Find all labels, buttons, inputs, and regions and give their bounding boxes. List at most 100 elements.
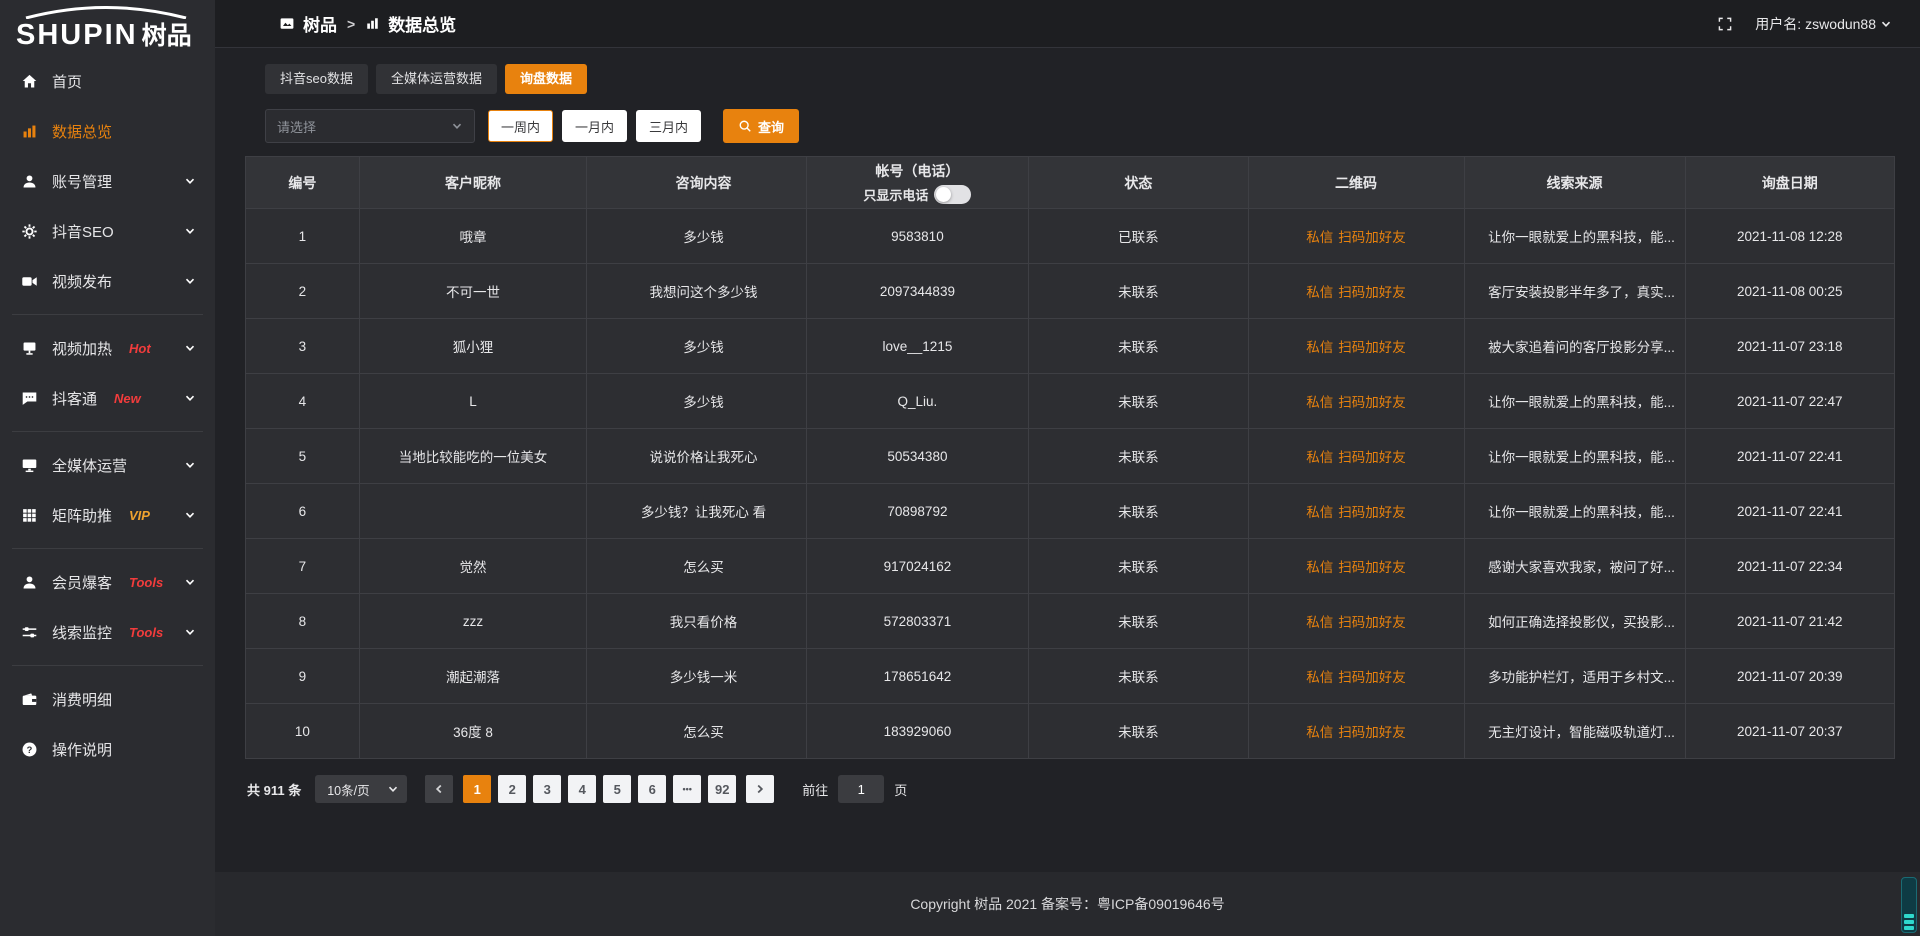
- sidebar-item-data-overview[interactable]: 数据总览: [0, 106, 215, 156]
- cell-qrcode: 私信扫码加好友: [1248, 209, 1464, 264]
- cell-qrcode: 私信扫码加好友: [1248, 374, 1464, 429]
- sidebar-item-omni-media[interactable]: 全媒体运营: [0, 440, 215, 490]
- filter-select[interactable]: 请选择: [265, 109, 475, 143]
- cell-account: 917024162: [806, 539, 1029, 594]
- cell-qrcode: 私信扫码加好友: [1248, 704, 1464, 759]
- table-row: 3狐小狸多少钱love__1215未联系私信扫码加好友被大家追着问的客厅投影分享…: [246, 319, 1895, 374]
- qr-link[interactable]: 扫码加好友: [1338, 391, 1406, 411]
- goto-page-input[interactable]: [838, 775, 884, 803]
- period-button-3[interactable]: 三月内: [636, 110, 701, 142]
- sidebar-item-video-publish[interactable]: 视频发布: [0, 256, 215, 306]
- logo-text-en: SHUPIN: [16, 19, 138, 51]
- breadcrumb-chart-icon: [365, 16, 380, 31]
- cell-source[interactable]: 让你一眼就爱上的黑科技，能...: [1464, 429, 1685, 484]
- sidebar-badge-tools: Tools: [129, 625, 163, 640]
- cell-source[interactable]: 感谢大家喜欢我家，被问了好...: [1464, 539, 1685, 594]
- qr-link[interactable]: 扫码加好友: [1338, 556, 1406, 576]
- qr-link[interactable]: 扫码加好友: [1338, 226, 1406, 246]
- cell-source[interactable]: 无主灯设计，智能磁吸轨道灯...: [1464, 704, 1685, 759]
- page-button-3[interactable]: 3: [533, 775, 561, 803]
- qr-link[interactable]: 扫码加好友: [1338, 666, 1406, 686]
- page-button-5[interactable]: 5: [603, 775, 631, 803]
- cell-content: 我想问这个多少钱: [587, 264, 806, 319]
- cell-qrcode: 私信扫码加好友: [1248, 539, 1464, 594]
- cell-source[interactable]: 客厅安装投影半年多了，真实...: [1464, 264, 1685, 319]
- breadcrumb-root[interactable]: 树品: [303, 11, 337, 36]
- fullscreen-icon[interactable]: [1717, 16, 1733, 32]
- cell-content: 怎么买: [587, 539, 806, 594]
- table-row: 7觉然怎么买917024162未联系私信扫码加好友感谢大家喜欢我家，被问了好..…: [246, 539, 1895, 594]
- cell-source[interactable]: 让你一眼就爱上的黑科技，能...: [1464, 374, 1685, 429]
- cell-nickname: L: [359, 374, 587, 429]
- footer: Copyright 树品 2021 备案号：粤ICP备09019646号: [215, 872, 1920, 936]
- page-button-92[interactable]: 92: [708, 775, 736, 803]
- qr-link[interactable]: 私信: [1306, 556, 1333, 576]
- cell-account: 183929060: [806, 704, 1029, 759]
- cell-status: 未联系: [1029, 319, 1248, 374]
- cell-status: 未联系: [1029, 429, 1248, 484]
- sidebar-item-consume-detail[interactable]: 消费明细: [0, 674, 215, 724]
- page-button-4[interactable]: 4: [568, 775, 596, 803]
- phone-only-toggle[interactable]: [934, 185, 971, 204]
- sidebar-item-home[interactable]: 首页: [0, 56, 215, 106]
- qr-link[interactable]: 私信: [1306, 611, 1333, 631]
- page-size-select[interactable]: 10条/页: [315, 775, 407, 803]
- qr-link[interactable]: 私信: [1306, 281, 1333, 301]
- cell-source[interactable]: 让你一眼就爱上的黑科技，能...: [1464, 209, 1685, 264]
- menu-divider: [12, 431, 203, 432]
- qr-link[interactable]: 私信: [1306, 391, 1333, 411]
- qr-link[interactable]: 私信: [1306, 226, 1333, 246]
- sidebar-item-label: 首页: [52, 71, 82, 92]
- breadcrumb-root-icon: [279, 16, 295, 32]
- next-page-button[interactable]: [746, 775, 774, 803]
- page-button-2[interactable]: 2: [498, 775, 526, 803]
- cell-qrcode: 私信扫码加好友: [1248, 484, 1464, 539]
- qr-link[interactable]: 扫码加好友: [1338, 336, 1406, 356]
- cell-source[interactable]: 被大家追着问的客厅投影分享...: [1464, 319, 1685, 374]
- qr-link[interactable]: 扫码加好友: [1338, 611, 1406, 631]
- query-button[interactable]: 查询: [723, 109, 799, 143]
- column-header: 客户昵称: [359, 157, 587, 209]
- tab-inquiry-data[interactable]: 询盘数据: [505, 64, 587, 94]
- qr-link[interactable]: 私信: [1306, 666, 1333, 686]
- page-button-1[interactable]: 1: [463, 775, 491, 803]
- sidebar-item-label: 抖客通: [52, 388, 97, 409]
- sidebar-item-help[interactable]: ?操作说明: [0, 724, 215, 774]
- cell-source[interactable]: 让你一眼就爱上的黑科技，能...: [1464, 484, 1685, 539]
- qr-link[interactable]: 私信: [1306, 501, 1333, 521]
- prev-page-button[interactable]: [425, 775, 453, 803]
- sidebar-item-video-heat[interactable]: 视频加热Hot: [0, 323, 215, 373]
- topbar-right: 用户名: zswodun88: [1717, 14, 1892, 34]
- sidebar-item-douketong[interactable]: 抖客通New: [0, 373, 215, 423]
- qr-link[interactable]: 私信: [1306, 721, 1333, 741]
- cell-source[interactable]: 如何正确选择投影仪，买投影...: [1464, 594, 1685, 649]
- sidebar-item-account-management[interactable]: 账号管理: [0, 156, 215, 206]
- cell-index: 9: [246, 649, 360, 704]
- floating-widget[interactable]: [1901, 877, 1917, 933]
- qr-link[interactable]: 私信: [1306, 336, 1333, 356]
- sidebar-item-douyin-seo[interactable]: 抖音SEO: [0, 206, 215, 256]
- qr-link[interactable]: 扫码加好友: [1338, 501, 1406, 521]
- cell-content: 多少钱一米: [587, 649, 806, 704]
- sidebar-item-matrix-boost[interactable]: 矩阵助推VIP: [0, 490, 215, 540]
- tab-omni-media-data[interactable]: 全媒体运营数据: [376, 64, 497, 94]
- qr-link[interactable]: 私信: [1306, 446, 1333, 466]
- user-dropdown[interactable]: 用户名: zswodun88: [1755, 14, 1892, 34]
- period-buttons: 一周内一月内三月内: [488, 110, 701, 142]
- column-header: 状态: [1029, 157, 1248, 209]
- qr-link[interactable]: 扫码加好友: [1338, 721, 1406, 741]
- qr-link[interactable]: 扫码加好友: [1338, 446, 1406, 466]
- video-icon: [20, 272, 39, 291]
- tab-douyin-seo-data[interactable]: 抖音seo数据: [265, 64, 368, 94]
- page-button-6[interactable]: 6: [638, 775, 666, 803]
- chevron-left-icon: [433, 783, 445, 795]
- qr-link[interactable]: 扫码加好友: [1338, 281, 1406, 301]
- column-header: 二维码: [1248, 157, 1464, 209]
- page-button-ellipsis[interactable]: •••: [673, 775, 701, 803]
- period-button-2[interactable]: 一月内: [562, 110, 627, 142]
- sidebar-item-member-baoke[interactable]: 会员爆客Tools: [0, 557, 215, 607]
- cell-source[interactable]: 多功能护栏灯，适用于乡村文...: [1464, 649, 1685, 704]
- cell-status: 未联系: [1029, 704, 1248, 759]
- sidebar-item-clue-monitor[interactable]: 线索监控Tools: [0, 607, 215, 657]
- period-button-1[interactable]: 一周内: [488, 110, 553, 142]
